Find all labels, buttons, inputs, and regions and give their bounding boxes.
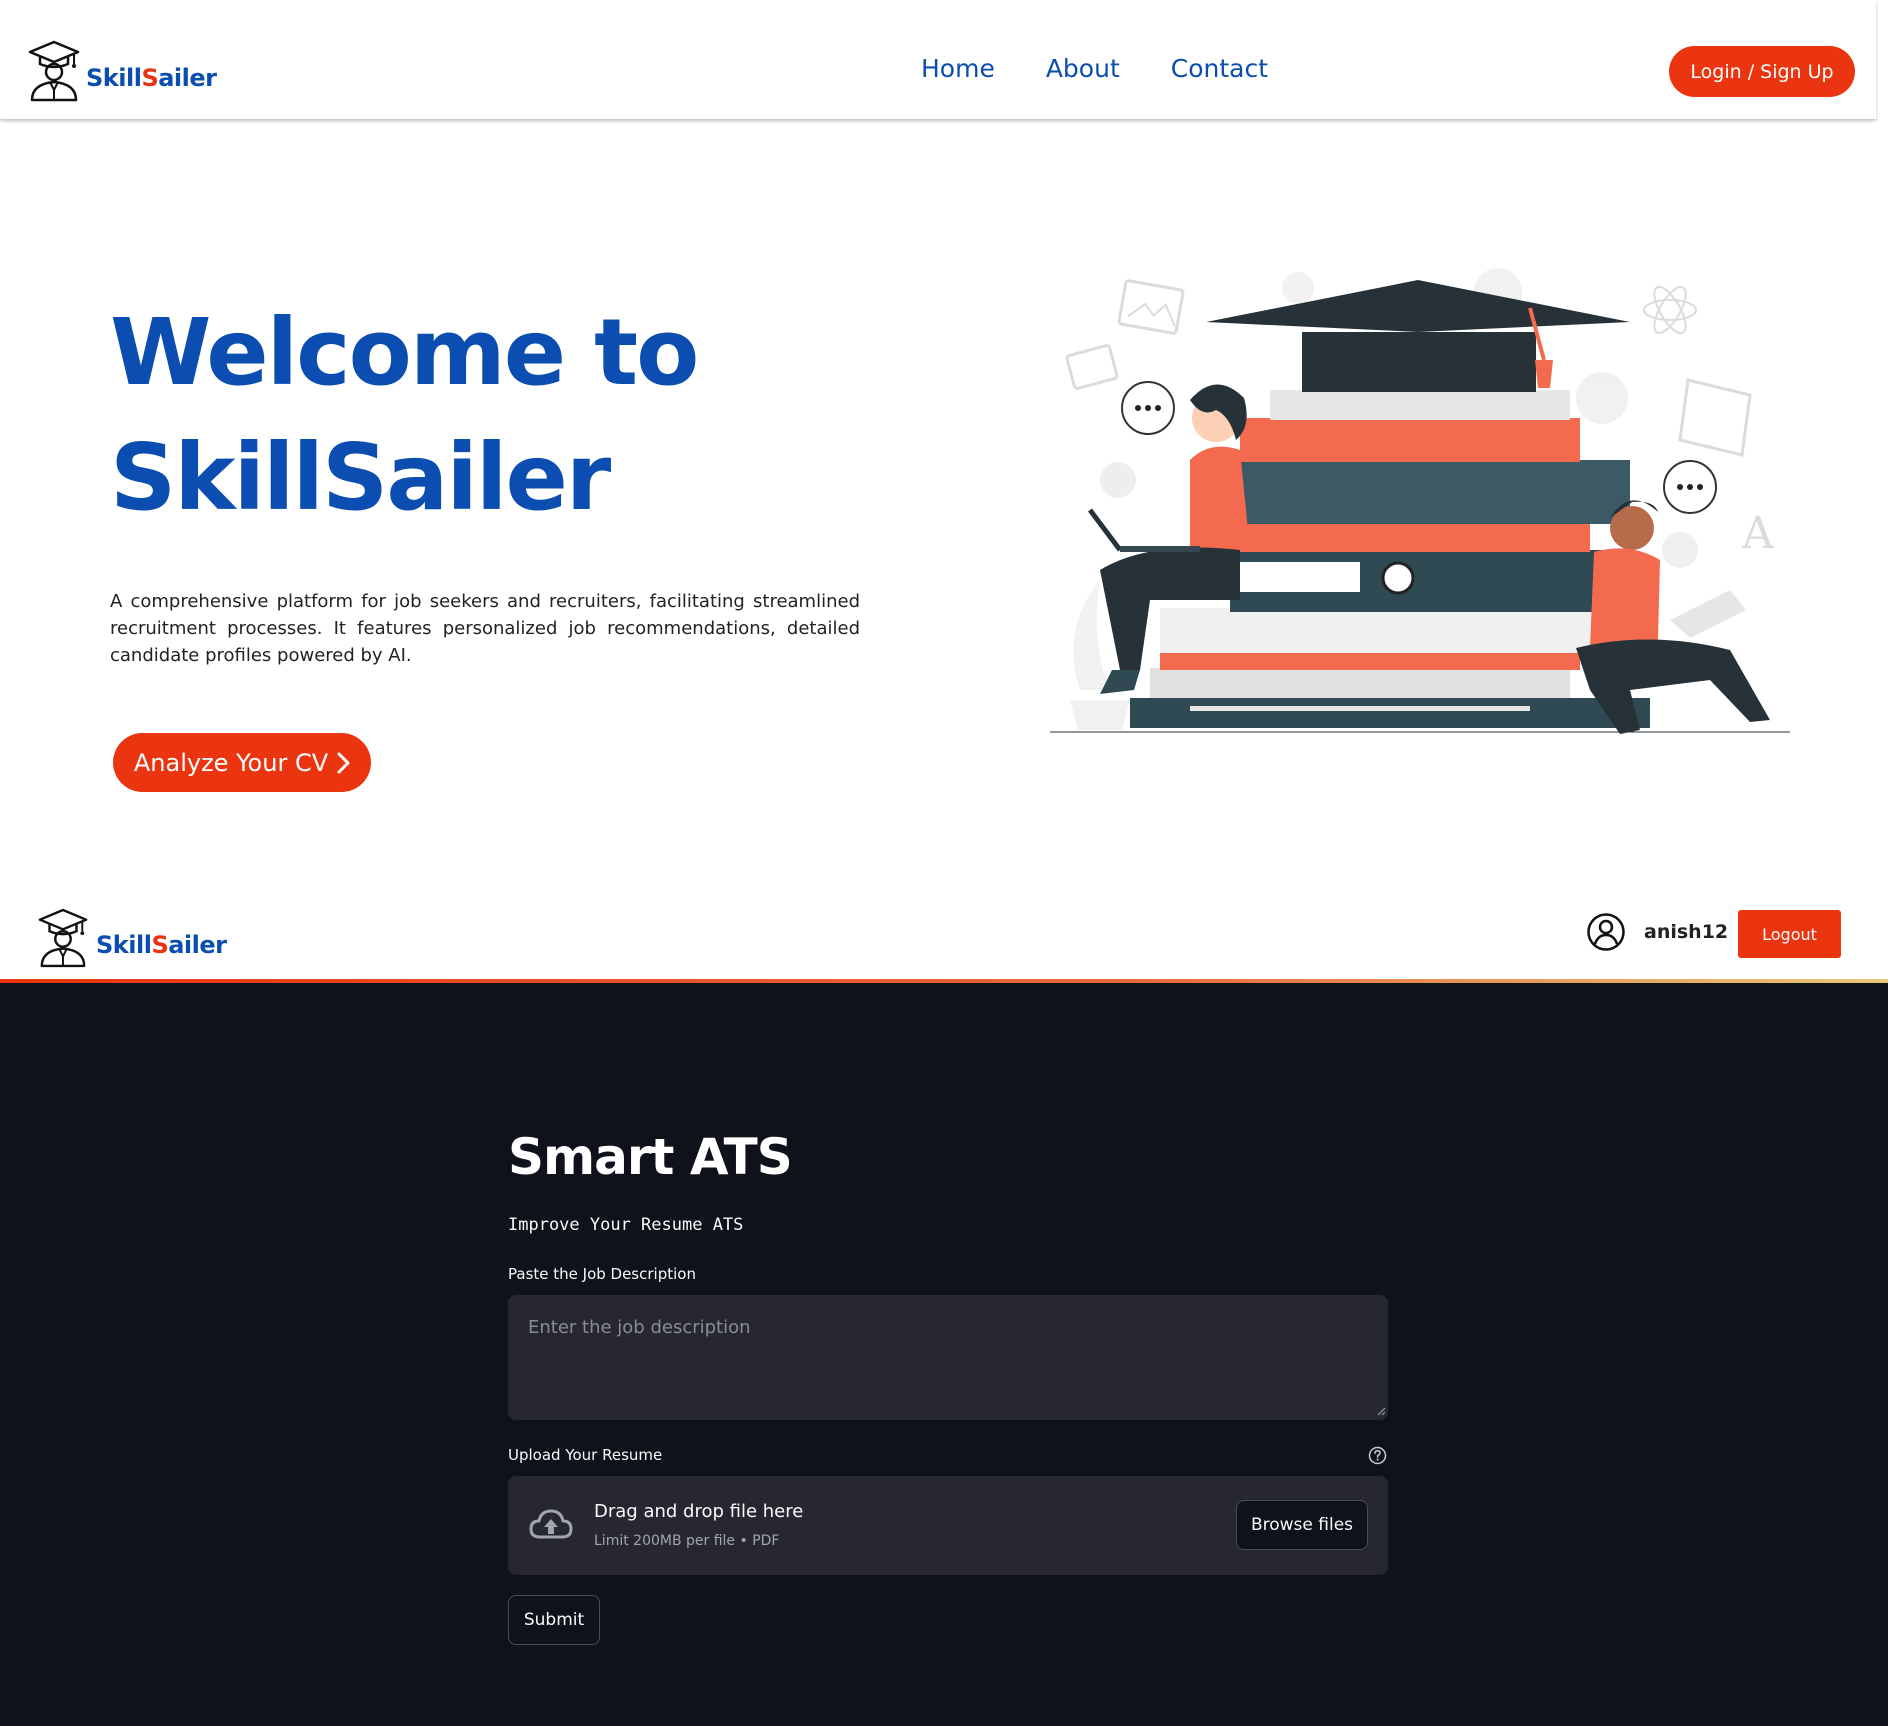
top-navbar: SkillSailer Home About Contact Login / S… <box>0 0 1876 119</box>
jd-label: Paste the Job Description <box>508 1265 696 1283</box>
brand-name: SkillSailer <box>86 64 217 92</box>
app-brand-name: SkillSailer <box>96 931 227 959</box>
graduate-logo-icon <box>38 908 88 968</box>
dropzone-limit: Limit 200MB per file • PDF <box>594 1533 780 1549</box>
brand-logo[interactable]: SkillSailer <box>26 40 217 102</box>
graduate-logo-icon <box>28 40 80 102</box>
resize-handle-icon[interactable] <box>1376 1406 1386 1416</box>
nav-link-contact[interactable]: Contact <box>1171 54 1268 83</box>
username: anish12 <box>1644 921 1729 943</box>
job-description-input[interactable] <box>508 1295 1388 1420</box>
submit-button[interactable]: Submit <box>508 1595 600 1645</box>
upload-label: Upload Your Resume <box>508 1446 663 1464</box>
logout-button[interactable]: Logout <box>1738 910 1841 958</box>
hero-description: A comprehensive platform for job seekers… <box>110 591 860 666</box>
analyze-cv-label: Analyze Your CV <box>133 748 329 777</box>
user-circle-icon <box>1587 913 1625 951</box>
hero-title-line1: Welcome to <box>110 299 699 406</box>
nav-link-home[interactable]: Home <box>921 54 995 83</box>
browse-files-button[interactable]: Browse files <box>1236 1500 1368 1550</box>
app-brand-logo[interactable]: SkillSailer <box>36 908 227 968</box>
hero-title-line2: SkillSailer <box>110 424 611 531</box>
hero-title: Welcome to SkillSailer <box>110 290 910 540</box>
analyze-cv-button[interactable]: Analyze Your CV <box>113 733 371 792</box>
page-subtitle: Improve Your Resume ATS <box>508 1215 744 1235</box>
dropzone-title: Drag and drop file here <box>594 1501 804 1522</box>
help-icon[interactable] <box>1368 1446 1387 1465</box>
chevron-right-icon <box>337 752 350 773</box>
hero-illustration: A <box>1050 268 1790 734</box>
svg-text:A: A <box>1741 508 1775 559</box>
page-title: Smart ATS <box>508 1128 793 1186</box>
user-info: anish12 <box>1586 912 1728 952</box>
nav-link-about[interactable]: About <box>1046 54 1120 83</box>
main-nav: Home About Contact <box>921 54 1268 83</box>
cloud-upload-icon <box>529 1509 573 1539</box>
login-signup-button[interactable]: Login / Sign Up <box>1669 46 1855 97</box>
